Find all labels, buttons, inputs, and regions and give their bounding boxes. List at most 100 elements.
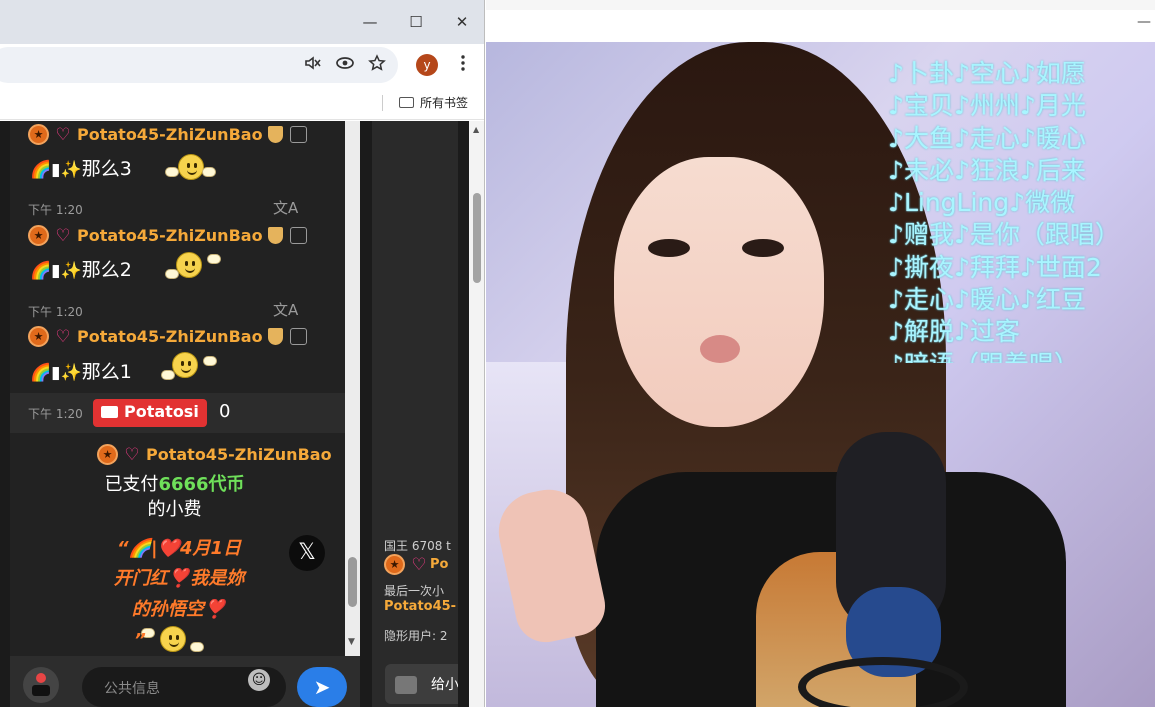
translate-icon[interactable]: 文A	[273, 299, 298, 320]
streamer-lips	[700, 335, 740, 363]
tab-muted-icon[interactable]	[302, 54, 324, 76]
diamond-badge-icon: ♡	[124, 444, 140, 465]
tip-quote-line: “🌈|❤️4月1日	[116, 538, 242, 559]
side-info-panel: 国王 6708 t ★ ♡ Po 最后一次小 Potato45- 隐形用户: 2 给…	[372, 121, 458, 707]
eye-icon[interactable]	[334, 54, 356, 76]
note-icon[interactable]	[289, 328, 307, 345]
tip-amount-line: 已支付6666代币	[10, 470, 342, 496]
translate-icon[interactable]: 文A	[273, 197, 298, 218]
diamond-badge-icon: ♡	[55, 124, 71, 145]
hand-emote-icon	[165, 167, 179, 177]
note-icon[interactable]	[289, 227, 307, 244]
diamond-badge-icon: ♡	[411, 554, 427, 575]
message-author-row[interactable]: ★ ♡ Potato45-ZhiZunBao	[28, 225, 307, 249]
song-line: ♪大鱼♪走心♪暖心	[888, 123, 1086, 153]
diamond-badge-icon: ♡	[55, 326, 71, 347]
tip-username[interactable]: Potato45-ZhiZunBao	[146, 445, 332, 464]
live-stream-video[interactable]: ♪卜卦♪空心♪如愿 ♪宝贝♪州州♪月光 ♪大鱼♪走心♪暖心 ♪未必♪狂浪♪后来 …	[486, 42, 1155, 707]
tip-paid-prefix: 已支付	[104, 474, 159, 495]
smiley-emote-icon	[178, 154, 204, 180]
tip-suffix: 的小费	[147, 499, 202, 520]
message-text-row: 🌈▮✨那么2	[30, 255, 132, 282]
king-label: 国王 6708 t	[384, 539, 451, 553]
browser-toolbar: y	[0, 44, 484, 86]
tip-quote-line: 开门红❣️我是妳	[113, 568, 245, 589]
x-share-button[interactable]: 𝕏	[289, 535, 325, 571]
chat-input-bar: 公共信息 ☺ ➤	[10, 656, 360, 707]
hand-emote-icon	[165, 269, 179, 279]
message-author-row[interactable]: ★ ♡ Potato45-ZhiZunBao	[28, 124, 307, 148]
message-text-row: 🌈▮✨那么1	[30, 357, 132, 384]
gift-button-label: 给小	[431, 677, 458, 693]
folder-icon	[399, 97, 414, 108]
stream-minimize-button[interactable]: —	[1137, 14, 1151, 30]
song-line: ♪LingLing♪微微	[888, 188, 1076, 218]
song-line: ♪卜卦♪空心♪如愿	[888, 59, 1086, 88]
shield-badge-icon	[267, 328, 283, 345]
all-bookmarks-folder[interactable]: 所有书签	[399, 94, 468, 111]
star-badge-icon: ★	[28, 326, 49, 347]
bookmarks-bar: 所有书签	[0, 86, 484, 120]
browser-window: — ☐ ✕ y 所有书签 ★ ♡ Potato45-ZhiZunBao 🌈▮✨那…	[0, 0, 485, 707]
message-time: 下午 1:20	[28, 407, 83, 421]
star-badge-icon: ★	[28, 225, 49, 246]
last-tipper-label: 最后一次小	[384, 584, 445, 598]
smiley-emote-icon	[176, 252, 202, 278]
song-line: ♪宝贝♪州州♪月光	[888, 91, 1086, 121]
send-button[interactable]: ➤	[297, 667, 347, 707]
page-scrollbar[interactable]: ▲	[469, 121, 484, 707]
scroll-up-arrow-icon[interactable]: ▲	[473, 125, 479, 134]
minimize-button[interactable]: —	[355, 8, 385, 36]
shield-badge-icon	[267, 227, 283, 244]
chat-scrollbar[interactable]: ▼	[345, 121, 360, 656]
song-line: ♪未必♪狂浪♪后来	[888, 155, 1086, 185]
chat-panel: ★ ♡ Potato45-ZhiZunBao 🌈▮✨那么3 下午 1:20 文A ★…	[10, 121, 345, 656]
kebab-menu-icon[interactable]	[452, 54, 474, 76]
message-username[interactable]: Potato45-ZhiZunBao	[77, 125, 263, 144]
message-time: 下午 1:20	[28, 305, 83, 319]
potatosi-badge[interactable]: Potatosi	[93, 399, 207, 427]
emoji-picker-icon[interactable]: ☺	[248, 669, 270, 691]
tip-author-row[interactable]: ★ ♡ Potato45-ZhiZunBao	[97, 444, 332, 465]
joystick-icon[interactable]	[23, 667, 59, 703]
song-line: ♪暗语（跟着唱）	[888, 349, 1155, 363]
camera-icon	[101, 406, 118, 418]
star-bookmark-icon[interactable]	[366, 54, 388, 76]
gift-button[interactable]: 给小	[385, 664, 458, 704]
bookmarks-separator	[382, 95, 383, 111]
tip-quote-line: 的孙悟空❣️	[131, 599, 227, 620]
rainbow-emoji-icon: 🌈▮✨	[30, 363, 82, 383]
chat-scroll-thumb[interactable]	[348, 557, 357, 607]
streamer-left-eye	[648, 239, 690, 257]
close-button[interactable]: ✕	[447, 8, 477, 36]
song-line: ♪撕夜♪拜拜♪世面2	[888, 252, 1102, 282]
shield-badge-icon	[267, 126, 283, 143]
hand-emote-icon	[207, 254, 221, 264]
streamer-face	[614, 157, 824, 427]
hand-emote-icon	[203, 356, 217, 366]
king-user-row[interactable]: ★ ♡ Po	[384, 554, 448, 575]
message-username[interactable]: Potato45-ZhiZunBao	[77, 327, 263, 346]
hand-emote-icon	[161, 370, 175, 380]
king-username[interactable]: Po	[430, 557, 448, 572]
system-message: 下午 1:20 Potatosi 0	[10, 393, 345, 433]
song-list-overlay: ♪卜卦♪空心♪如愿 ♪宝贝♪州州♪月光 ♪大鱼♪走心♪暖心 ♪未必♪狂浪♪后来 …	[888, 58, 1155, 363]
potatosi-count: 0	[219, 401, 231, 422]
maximize-button[interactable]: ☐	[401, 8, 431, 36]
page-scroll-thumb[interactable]	[473, 193, 481, 283]
star-badge-icon: ★	[384, 554, 405, 575]
note-icon[interactable]	[289, 126, 307, 143]
title-bar: — ☐ ✕	[0, 0, 484, 44]
message-author-row[interactable]: ★ ♡ Potato45-ZhiZunBao	[28, 326, 307, 350]
message-text: 那么3	[81, 158, 132, 180]
tip-quote-close: ”	[134, 630, 146, 651]
rainbow-emoji-icon: 🌈▮✨	[30, 160, 82, 180]
message-text: 那么2	[81, 259, 132, 281]
tip-amount: 6666代币	[158, 474, 245, 495]
last-tipper-username[interactable]: Potato45-	[384, 599, 456, 614]
message-username[interactable]: Potato45-ZhiZunBao	[77, 226, 263, 245]
all-bookmarks-label: 所有书签	[420, 96, 469, 110]
stream-window-titlebar	[486, 0, 1155, 42]
profile-avatar[interactable]: y	[416, 54, 438, 76]
scroll-down-arrow-icon[interactable]: ▼	[348, 637, 355, 647]
